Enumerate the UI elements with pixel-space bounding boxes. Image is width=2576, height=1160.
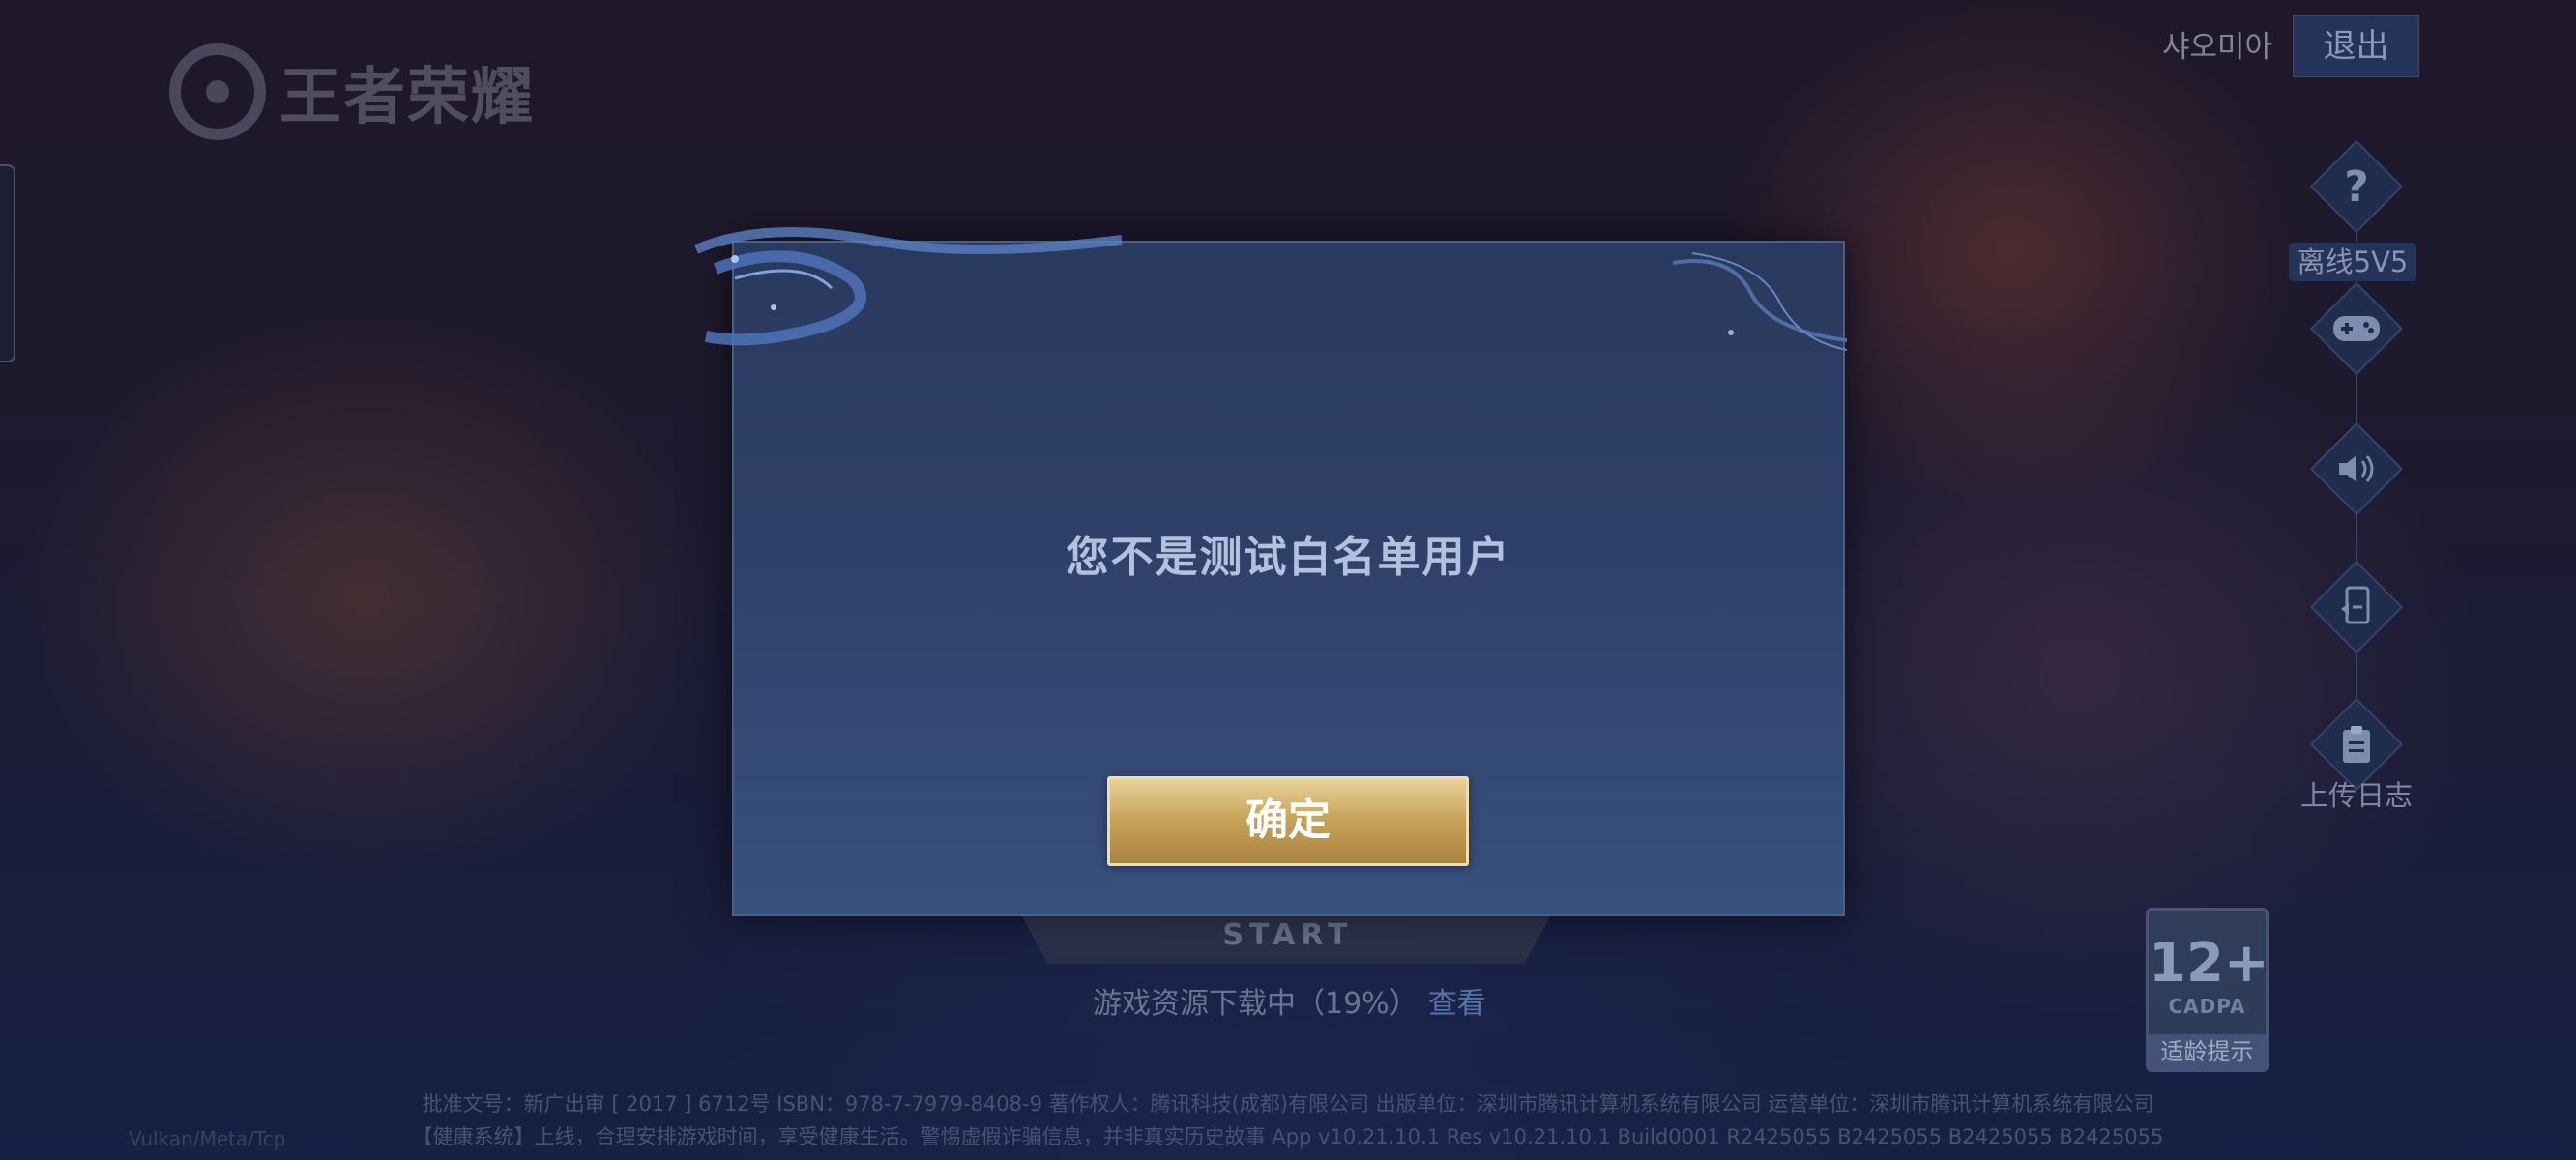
age-rating-badge: 12+ CADPA 适龄提示 (2146, 908, 2269, 1072)
view-download-link[interactable]: 查看 (1428, 987, 1486, 1021)
license-text: 批准文号：新广出审 [ 2017 ] 6712号 ISBN：978-7-7979… (422, 1092, 2154, 1116)
switch-device-button[interactable] (2309, 560, 2404, 654)
gamepad-button[interactable] (2309, 281, 2404, 376)
phone-switch-icon (2310, 561, 2403, 653)
help-button[interactable]: ? (2309, 139, 2404, 234)
dialog-message: 您不是测试白名单用户 (1066, 533, 1511, 582)
speaker-icon (2310, 422, 2403, 515)
download-status-text: 游戏资源下载中（19%） (1093, 987, 1419, 1021)
dialog-corner-decoration (1673, 252, 1847, 351)
logo-emblem-icon (169, 44, 266, 140)
exit-button[interactable]: 退出 (2293, 15, 2419, 77)
confirm-button[interactable]: 确定 (1107, 776, 1469, 866)
gamepad-icon (2310, 282, 2403, 375)
sound-button[interactable] (2309, 421, 2404, 516)
side-drawer-handle[interactable] (0, 164, 15, 362)
health-notice-text: 【健康系统】上线，合理安排游戏时间，享受健康生活。警惕虚假诈骗信息，并非真实历史… (412, 1125, 2164, 1148)
age-rating-value: 12+ (2149, 932, 2269, 995)
render-version: Vulkan/Meta/Tcp (129, 1127, 286, 1150)
age-rating-org: CADPA (2168, 995, 2246, 1018)
offline-5v5-label[interactable]: 离线5V5 (2289, 243, 2416, 281)
age-rating-tip: 适龄提示 (2149, 1034, 2266, 1069)
start-label: START (1222, 918, 1354, 952)
logo-text: 王者荣耀 (279, 62, 535, 133)
question-icon: ? (2344, 161, 2369, 212)
dialog-swirl-decoration (694, 227, 1123, 346)
upload-log-label: 上传日志 (2299, 779, 2413, 812)
download-status: 游戏资源下载中（19%） 查看 (1093, 985, 1486, 1024)
game-logo: 王者荣耀 (169, 39, 546, 145)
user-name: 샤오미아 (2162, 30, 2273, 65)
